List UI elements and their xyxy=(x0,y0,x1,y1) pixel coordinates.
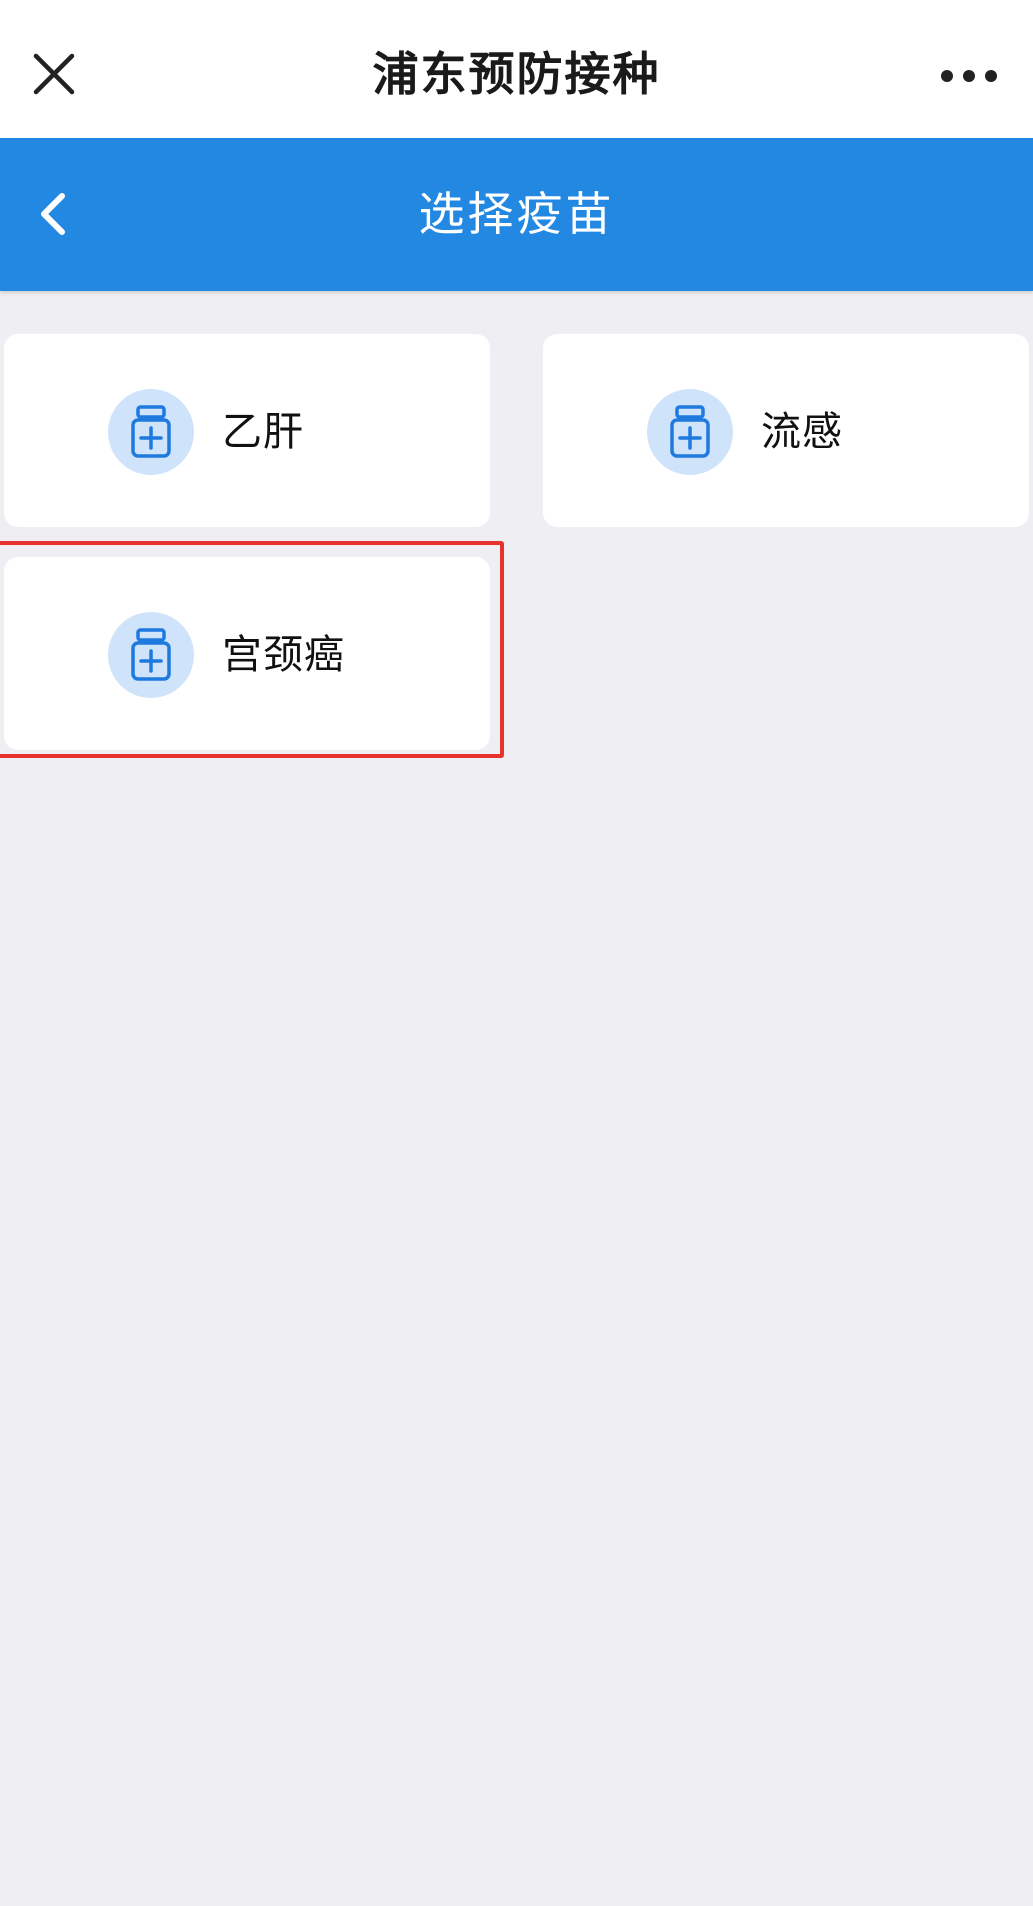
medicine-bottle-icon xyxy=(108,612,194,698)
vaccine-card-hepatitis-b[interactable]: 乙肝 xyxy=(4,334,490,527)
page-title: 选择疫苗 xyxy=(418,187,615,241)
navigation-header: 选择疫苗 xyxy=(0,138,1033,291)
mini-program-top-bar: 浦东预防接种 xyxy=(0,0,1033,138)
vaccine-card-cervical-cancer[interactable]: 宫颈癌 xyxy=(4,557,490,750)
more-icon xyxy=(941,70,997,82)
more-button[interactable] xyxy=(925,50,1013,102)
medicine-bottle-icon xyxy=(647,389,733,475)
vaccine-label: 宫颈癌 xyxy=(222,632,345,678)
vaccine-label: 乙肝 xyxy=(222,409,304,455)
vaccine-label: 流感 xyxy=(761,409,843,455)
vaccine-card-influenza[interactable]: 流感 xyxy=(543,334,1029,527)
medicine-bottle-icon xyxy=(108,389,194,475)
app-title: 浦东预防接种 xyxy=(372,47,661,101)
